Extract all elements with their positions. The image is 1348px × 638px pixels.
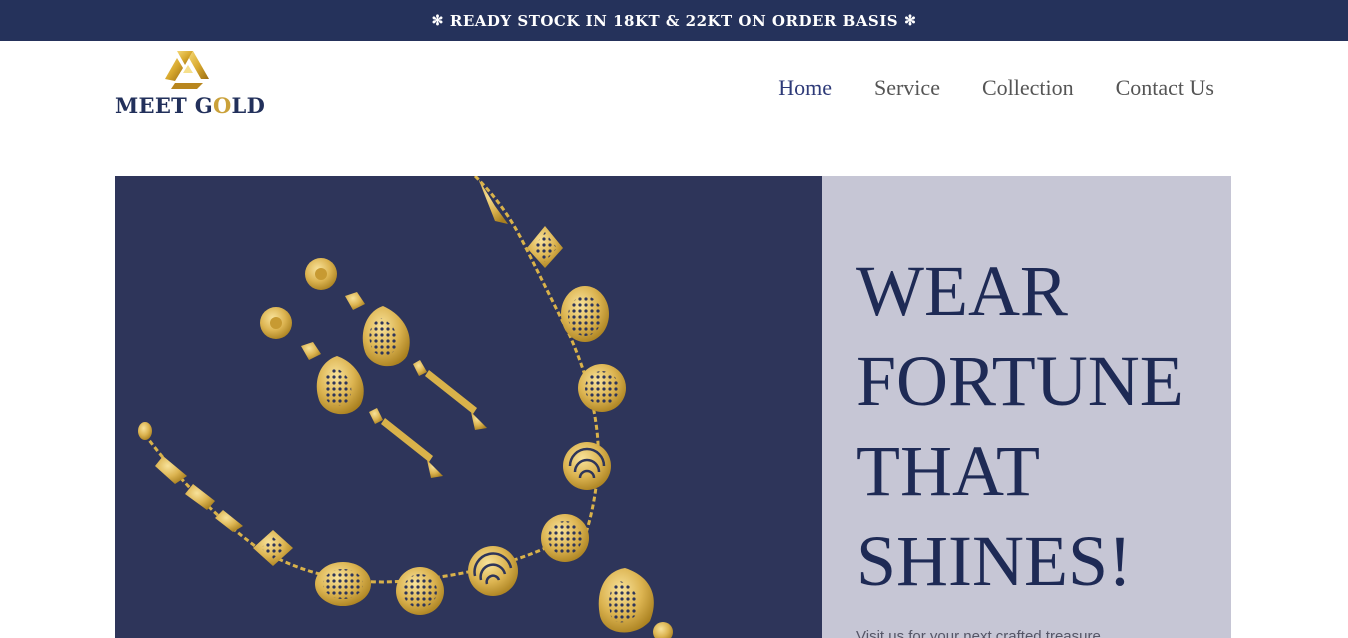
announcement-text: READY STOCK IN 18KT & 22KT ON ORDER BASI… (449, 11, 899, 30)
hero-title-line: FORTUNE (856, 341, 1184, 421)
nav-service[interactable]: Service (874, 75, 940, 101)
hero-title-line: THAT (856, 431, 1040, 511)
nav-contact-us[interactable]: Contact Us (1116, 75, 1214, 101)
ornament-star-icon: ✻ (431, 12, 444, 29)
hero-title-line: WEAR (856, 251, 1068, 331)
hero-title: WEAR FORTUNE THAT SHINES! (856, 246, 1216, 606)
hero-text-panel: WEAR FORTUNE THAT SHINES! Visit us for y… (822, 176, 1231, 638)
gold-necklace-and-earrings-image (138, 176, 673, 638)
hero-title-line: SHINES! (856, 521, 1133, 601)
nav-collection[interactable]: Collection (982, 75, 1074, 101)
announcement-bar: ✻ READY STOCK IN 18KT & 22KT ON ORDER BA… (0, 0, 1348, 41)
main-nav: Home Service Collection Contact Us (778, 72, 1214, 104)
gold-triangle-logo-icon (165, 51, 209, 89)
nav-home[interactable]: Home (778, 75, 832, 101)
brand-logo[interactable]: MEET GOLD (115, 49, 265, 124)
hero-image-panel (115, 176, 822, 638)
ornament-star-icon: ✻ (904, 12, 917, 29)
brand-name: MEET GOLD (115, 93, 266, 118)
hero-subtitle: Visit us for your next crafted treasure (856, 628, 1101, 638)
